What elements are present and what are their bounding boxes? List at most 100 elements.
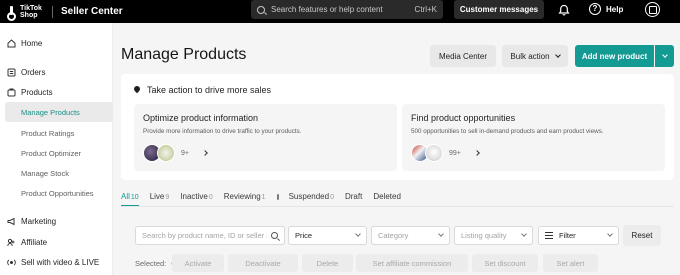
price-select[interactable]: Price (288, 226, 367, 245)
home-icon (7, 38, 16, 47)
tab-live[interactable]: Live 9 (150, 192, 170, 201)
tab-deleted[interactable]: Deleted (373, 192, 401, 201)
sidebar-item-home[interactable]: Home (0, 33, 113, 53)
more-count: 9+ (181, 149, 189, 157)
sidebar-item-product-optimizer[interactable]: Product Optimizer (5, 143, 113, 163)
product-search-input[interactable]: Search by product name, ID or seller SKU (135, 226, 285, 245)
tab-count: 10 (130, 194, 139, 201)
filter-icon (545, 232, 553, 239)
sidebar-item-product-ratings[interactable]: Product Ratings (5, 123, 113, 143)
bulk-action-label: Bulk action (510, 51, 550, 61)
question-icon: ? (589, 3, 601, 15)
tabs-divider (121, 206, 674, 207)
top-bar: TikTok Shop Seller Center Search feature… (0, 0, 680, 23)
megaphone-icon (7, 217, 15, 225)
set-discount-button[interactable]: Set discount (472, 254, 538, 272)
product-search-placeholder: Search by product name, ID or seller SKU (142, 231, 267, 240)
shop-account-icon[interactable] (645, 2, 660, 17)
more-count: 99+ (449, 149, 461, 157)
sidebar-item-orders[interactable]: Orders (0, 62, 113, 82)
tab-label: All (121, 192, 130, 201)
status-tabs: All 10 Live 9 Inactive 0 Reviewing 1 Suspend… (121, 192, 412, 207)
category-select[interactable]: Category (371, 226, 450, 245)
sidebar-item-manage-products[interactable]: Manage Products (5, 102, 113, 122)
tiktok-shop-logo[interactable]: TikTok Shop (7, 4, 48, 21)
sidebar-item-label: Sell with video & LIVE (21, 257, 100, 267)
tab-label: Reviewing (223, 192, 261, 201)
sidebar-item-label: Orders (21, 67, 46, 77)
media-center-button[interactable]: Media Center (430, 45, 496, 67)
product-thumbnail (157, 144, 175, 162)
delete-button[interactable]: Delete (302, 254, 353, 272)
page-title: Manage Products (121, 46, 247, 63)
sidebar-item-label: Home (21, 38, 43, 48)
help-button[interactable]: ? Help (589, 3, 623, 15)
tab-label: Live (149, 192, 165, 201)
search-placeholder: Search features or help content (271, 5, 383, 14)
deactivate-button[interactable]: Deactivate (228, 254, 298, 272)
sidebar-item-affiliate[interactable]: Affiliate (0, 232, 113, 252)
tab-suspended[interactable]: Suspended 0 (289, 192, 334, 201)
listing-quality-label: Listing quality (461, 231, 507, 240)
sidebar-item-label: Products (21, 87, 53, 97)
search-icon (257, 5, 265, 14)
tab-count: 0 (330, 194, 334, 201)
card-description: 500 opportunities to sell in-demand prod… (411, 128, 604, 135)
sidebar-item-sell-live[interactable]: Sell with video & LIVE (0, 252, 113, 272)
tab-count: 1 (261, 194, 266, 201)
tab-draft[interactable]: Draft (345, 192, 362, 201)
reset-button[interactable]: Reset (623, 225, 661, 246)
chevron-down-icon (661, 51, 668, 58)
tab-label: Draft (344, 192, 363, 201)
products-icon (7, 88, 16, 96)
chevron-down-icon (554, 51, 561, 58)
tab-all[interactable]: All 10 (121, 192, 139, 207)
chevron-down-icon (607, 231, 613, 237)
sidebar-item-manage-stock[interactable]: Manage Stock (5, 163, 113, 183)
listing-quality-select[interactable]: Listing quality (454, 226, 533, 245)
category-select-label: Category (378, 231, 409, 240)
tab-inactive[interactable]: Inactive 0 (180, 192, 212, 201)
product-thumbnails: 9+ (143, 144, 208, 162)
location-pin-icon (134, 86, 140, 94)
set-alert-button[interactable]: Set alert (543, 254, 598, 272)
main-content: Manage Products Media Center Bulk action… (113, 23, 680, 275)
chevron-down-icon (355, 231, 361, 237)
logo-divider (52, 5, 53, 18)
logo-text: TikTok Shop (20, 4, 42, 19)
customer-messages-button[interactable]: Customer messages (454, 0, 544, 19)
price-select-label: Price (295, 231, 313, 240)
tab-divider (276, 193, 279, 200)
card-description: Provide more information to drive traffi… (143, 128, 302, 135)
filter-select[interactable]: Filter (538, 226, 619, 245)
product-thumbnail (425, 144, 443, 162)
tab-label: Suspended (288, 192, 330, 201)
tab-reviewing[interactable]: Reviewing 1 (224, 192, 266, 201)
add-product-dropdown-button[interactable] (655, 45, 674, 67)
sidebar-item-product-opportunities[interactable]: Product Opportunities (5, 183, 113, 203)
sidebar-item-label: Marketing (21, 216, 57, 226)
card-title: Find product opportunities (411, 113, 516, 123)
product-opportunities-card[interactable]: Find product opportunities 500 opportuni… (402, 104, 665, 171)
chevron-right-icon[interactable] (202, 150, 208, 156)
set-affiliate-commission-button[interactable]: Set affiliate commission (356, 254, 468, 272)
product-thumbnails: 99+ (411, 144, 480, 162)
tiktok-logo-icon (7, 5, 17, 21)
action-panel: Take action to drive more sales Optimize… (121, 74, 674, 180)
tab-count: 9 (165, 194, 170, 201)
chevron-down-icon (521, 231, 527, 237)
sidebar-item-products[interactable]: Products (0, 82, 113, 102)
activate-button[interactable]: Activate (172, 254, 224, 272)
live-video-icon (7, 258, 16, 266)
add-new-product-button[interactable]: Add new product (575, 45, 654, 67)
orders-icon (7, 68, 16, 76)
global-search-input[interactable]: Search features or help content Ctrl+K (251, 0, 443, 19)
chevron-right-icon[interactable] (474, 150, 480, 156)
bell-icon[interactable] (558, 4, 570, 16)
search-icon[interactable] (271, 232, 278, 239)
sidebar-item-marketing[interactable]: Marketing (0, 211, 113, 231)
tab-label: Deleted (373, 192, 401, 201)
optimize-product-card[interactable]: Optimize product information Provide mor… (134, 104, 397, 171)
filter-label: Filter (559, 231, 576, 240)
bulk-action-button[interactable]: Bulk action (502, 45, 568, 67)
